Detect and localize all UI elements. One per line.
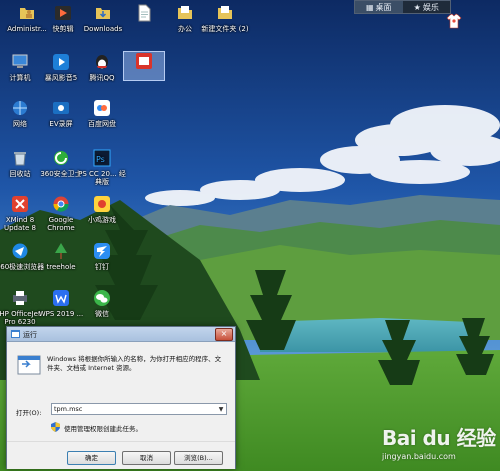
star-icon: ★ [413,2,421,12]
cloud-drive-icon [94,100,110,116]
chevron-down-icon[interactable]: ▼ [217,404,225,414]
baidu-jingyan-watermark: Bai du 经验 jingyan.baidu.com [382,422,500,471]
run-description: Windows 将根据你所输入的名称，为你打开相应的程序、文件夹、文档或 Int… [47,355,222,372]
watermark-brand: Bai du 经验 [382,426,496,450]
cancel-button[interactable]: 取消 [122,451,171,465]
admin-shield-icon [51,422,60,432]
qq-penguin-icon [96,55,108,69]
desktop-icon-selected-app[interactable] [123,51,165,81]
desktop-icon-qq[interactable]: 腾讯QQ [75,53,129,82]
run-dialog: 运行 × Windows 将根据你所输入的名称，为你打开相应的程序、文件夹、文档… [6,326,236,469]
document-icon [138,4,151,22]
network-icon [13,101,27,115]
tree-app-icon [55,243,67,259]
computer-icon [12,54,28,68]
folder-icon [178,6,192,19]
video-editor-icon [55,6,71,20]
tab-entertainment-label: 娱乐 [422,2,439,12]
watermark-url: jingyan.baidu.com [382,452,456,461]
folder-user-icon [20,8,34,19]
desktop-icon-photoshop[interactable]: Ps PS CC 20... 经典版 [75,149,129,186]
tab-entertainment[interactable]: ★ 娱乐 [403,1,451,13]
media-player-icon [53,54,69,70]
desktop-icon: ▦ [365,2,374,12]
photoshop-icon: Ps [93,149,111,167]
run-program-icon [17,355,41,375]
desktop-icon-label: 微信 [95,310,109,318]
downloads-folder-icon [96,8,110,19]
close-button[interactable]: × [215,328,233,341]
dingtalk-icon [94,243,110,259]
open-label: 打开(O): [16,409,42,417]
desktop-toolbar: ▦ 桌面 ★ 娱乐 [354,0,451,14]
desktop-icon-game[interactable]: 小鸡游戏 [75,195,129,224]
mindmap-icon [12,196,28,212]
svg-text:Ps: Ps [96,155,105,164]
wps-icon [53,290,69,306]
screen-recorder-icon [53,102,69,114]
desktop-icon-label: Downloads [83,25,123,33]
desktop-icon-label: 新建文件夹 (2) [201,25,249,33]
run-dialog-titlebar[interactable]: 运行 × [7,327,235,342]
tab-desktop-label: 桌面 [375,2,392,12]
desktop-icon-baidu-drive[interactable]: 百度网盘 [75,99,129,128]
tshirt-icon[interactable] [446,13,462,29]
close-icon: × [220,329,228,338]
browse-button[interactable]: 浏览(B)... [174,451,223,465]
desktop-icon-label: 小鸡游戏 [88,216,116,224]
game-icon [94,196,110,212]
wechat-icon [94,290,110,306]
desktop-icon-label: PS CC 20... 经典版 [78,170,126,186]
recycle-bin-icon [14,152,26,166]
browser-icon [12,243,28,259]
run-dialog-footer: 确定 取消 浏览(B)... [7,441,235,469]
chrome-icon [53,196,69,212]
desktop-icon-label: 百度网盘 [88,120,116,128]
security-shield-icon [54,151,68,165]
desktop-icon-label: 钉钉 [95,263,109,271]
admin-note: 使用管理权限创建此任务。 [64,425,142,433]
folder-icon [218,6,232,19]
desktop-icon-new-folder-2[interactable]: 新建文件夹 (2) [198,4,252,33]
app-icon [136,53,152,69]
printer-icon [13,291,27,305]
run-app-icon [11,330,20,338]
run-command-input[interactable]: tpm.msc ▼ [51,403,227,415]
run-dialog-title: 运行 [23,331,37,339]
tab-desktop[interactable]: ▦ 桌面 [355,1,403,13]
desktop-icon-wechat[interactable]: 微信 [75,289,129,318]
ok-button[interactable]: 确定 [67,451,116,465]
desktop-icon-dingtalk[interactable]: 钉钉 [75,242,129,271]
run-command-value: tpm.msc [54,405,83,413]
run-dialog-body: Windows 将根据你所输入的名称，为你打开相应的程序、文件夹、文档或 Int… [7,342,235,469]
desktop-icon-label: 腾讯QQ [89,74,115,82]
